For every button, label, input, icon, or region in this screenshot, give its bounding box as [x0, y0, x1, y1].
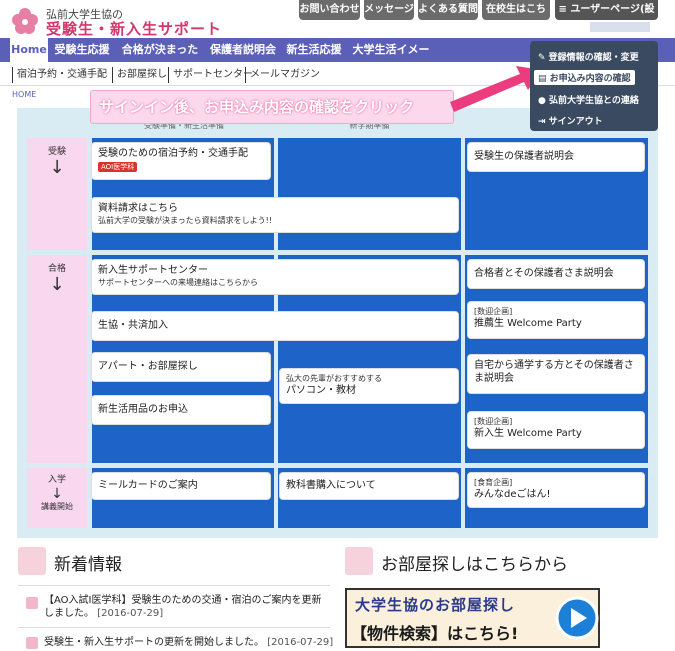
card-tag: [食育企画] — [474, 478, 513, 487]
arrow-down-icon: ↓ — [49, 157, 65, 178]
divider — [18, 627, 330, 628]
row-label-pass: 合格 ↓ — [27, 255, 87, 463]
menu-item-signout[interactable]: ⇥ サインアウト — [538, 114, 603, 127]
card-title: 生協・共済加入 — [98, 320, 168, 331]
site-title[interactable]: 受験生・新入生サポート — [46, 18, 222, 39]
breadcrumb[interactable]: HOME — [12, 90, 36, 99]
banner-bottom-text: 【物件検索】はこちら! — [351, 624, 519, 643]
row-label-enroll: 入学 ↓ 講義開始 — [27, 468, 87, 528]
card-coop-insurance[interactable]: 生協・共済加入 — [91, 311, 459, 341]
arrow-down-icon: ↓ — [49, 274, 65, 295]
subnav-support-center[interactable]: サポートセンター — [168, 67, 253, 83]
news-text: 受験生・新入生サポートの更新を開始しました。 — [44, 637, 264, 648]
news-item[interactable]: 受験生・新入生サポートの更新を開始しました。 [2016-07-29] — [44, 636, 334, 649]
row-label-text: 入学 — [47, 475, 66, 485]
card-title: 教科書購入について — [286, 480, 376, 491]
row-label-exam: 受験 ↓ — [27, 138, 87, 250]
room-section-icon — [345, 547, 373, 575]
room-heading: お部屋探しはこちらから — [381, 555, 568, 575]
user-page-button[interactable]: ≡ ユーザーページ(設定) — [555, 0, 658, 35]
room-search-banner[interactable]: 大学生協のお部屋探し 【物件検索】はこちら! — [345, 588, 600, 648]
news-bullet-icon — [26, 637, 38, 649]
card-title: 新入生 Welcome Party — [474, 428, 582, 439]
card-title: 合格者とその保護者さま説明会 — [474, 268, 614, 279]
card-title: みんなdeごはん! — [474, 489, 551, 500]
subnav-lodging[interactable]: 宿泊予約・交通手配 — [12, 67, 107, 83]
news-item[interactable]: 【AO入試I医学科】受験生のための交通・宿泊のご案内を更新しました。 [2016… — [44, 594, 324, 620]
card-freshman-party[interactable]: [数迎企画] 新入生 Welcome Party — [467, 411, 645, 449]
card-title: 新入生サポートセンター — [98, 265, 208, 276]
card-tag: [数迎企画] — [474, 417, 513, 426]
card-meal-card[interactable]: ミールカードのご案内 — [91, 472, 271, 500]
card-title: 新生活用品のお申込 — [98, 404, 188, 415]
news-heading: 新着情報 — [54, 555, 122, 575]
card-badge: AOI医学科 — [98, 162, 138, 172]
nav-after-pass[interactable]: 合格が決まったら — [117, 38, 203, 80]
menu-item-registration[interactable]: ✎ 登録情報の確認・変更 — [538, 50, 639, 63]
card-title: アパート・お部屋探し — [98, 361, 198, 372]
card-title: 受験のための宿泊予約・交通手配 — [98, 148, 248, 159]
divider — [18, 585, 330, 586]
card-commuter-briefing[interactable]: 自宅から通学する方とその保護者さま説明会 — [467, 354, 645, 394]
nav-campus-life[interactable]: 大学生活イメージ — [349, 38, 433, 80]
row-label-text: 受験 — [47, 147, 66, 157]
card-title: 受験生の保護者説明会 — [474, 151, 574, 162]
card-exam-lodging[interactable]: 受験のための宿泊予約・交通手配 AOI医学科 — [91, 142, 271, 180]
nav-home[interactable]: Home — [10, 38, 48, 62]
card-title: 推薦生 Welcome Party — [474, 318, 582, 329]
sakura-logo-icon[interactable] — [10, 6, 40, 34]
news-date: [2016-07-29] — [97, 608, 164, 619]
news-date: [2016-07-29] — [267, 637, 334, 648]
card-title: ミールカードのご案内 — [98, 480, 198, 491]
subnav-mail-magazine[interactable]: メールマガジン — [245, 67, 320, 83]
row-label-text: 合格 — [47, 264, 66, 274]
card-title: パソコン・教材 — [286, 385, 356, 396]
message-button[interactable]: メッセージ — [364, 0, 414, 20]
students-button[interactable]: 在校生はこちら — [482, 0, 550, 35]
nav-new-life[interactable]: 新生活応援 — [283, 38, 345, 62]
card-pc-materials[interactable]: 弘大の先輩がおすすめする パソコン・教材 — [279, 368, 459, 404]
card-subtitle: サポートセンターへの来場連絡はこちらから — [98, 278, 258, 287]
play-icon — [555, 596, 599, 640]
nav-parents[interactable]: 保護者説明会 — [207, 38, 279, 62]
card-tag: [数迎企画] — [474, 307, 513, 316]
user-name-blurred — [590, 22, 650, 32]
menu-item-contact-coop[interactable]: ● 弘前大学生協との連絡 — [538, 93, 639, 106]
news-bullet-icon — [26, 597, 38, 609]
instruction-callout: サインイン後、お申込み内容の確認をクリック — [90, 90, 454, 124]
card-brochure-request[interactable]: 資料請求はこちら 弘前大学の受験が決まったら資料請求をしよう!! — [91, 197, 459, 233]
arrow-down-icon: ↓ — [51, 486, 63, 502]
contact-button[interactable]: お問い合わせ — [299, 0, 360, 20]
card-meal-event[interactable]: [食育企画] みんなdeごはん! — [467, 472, 645, 508]
card-new-life-goods[interactable]: 新生活用品のお申込 — [91, 395, 271, 425]
user-dropdown-menu: ✎ 登録情報の確認・変更 ▤ お申込み内容の確認 ● 弘前大学生協との連絡 ⇥ … — [530, 41, 658, 131]
card-passer-briefing[interactable]: 合格者とその保護者さま説明会 — [467, 259, 645, 289]
card-textbook[interactable]: 教科書購入について — [279, 472, 459, 500]
card-subtitle: 弘前大学の受験が決まったら資料請求をしよう!! — [98, 216, 273, 225]
faq-button[interactable]: よくある質問 — [418, 0, 478, 20]
site-header: 弘前大学生協の 受験生・新入生サポート お問い合わせ メッセージ よくある質問 … — [0, 0, 675, 38]
card-title: 資料請求はこちら — [98, 203, 178, 214]
card-subtitle: 弘大の先輩がおすすめする — [286, 374, 382, 383]
grid-cell — [278, 138, 461, 250]
banner-top-text: 大学生協のお部屋探し — [355, 596, 516, 614]
card-apartment-search[interactable]: アパート・お部屋探し — [91, 352, 271, 382]
card-recommend-party[interactable]: [数迎企画] 推薦生 Welcome Party — [467, 301, 645, 339]
nav-exam-support[interactable]: 受験生応援 — [52, 38, 112, 62]
subnav-room-search[interactable]: お部屋探し — [112, 67, 167, 83]
menu-item-application-check[interactable]: ▤ お申込み内容の確認 — [534, 70, 635, 85]
card-exam-parents-briefing[interactable]: 受験生の保護者説明会 — [467, 142, 645, 172]
card-title: 自宅から通学する方とその保護者さま説明会 — [474, 360, 634, 384]
news-section-icon — [18, 547, 46, 575]
card-support-center[interactable]: 新入生サポートセンター サポートセンターへの来場連絡はこちらから — [91, 259, 459, 295]
row-label-sub: 講義開始 — [41, 502, 73, 511]
news-text: 【AO入試I医学科】受験生のための交通・宿泊のご案内を更新しました。 — [44, 595, 322, 619]
